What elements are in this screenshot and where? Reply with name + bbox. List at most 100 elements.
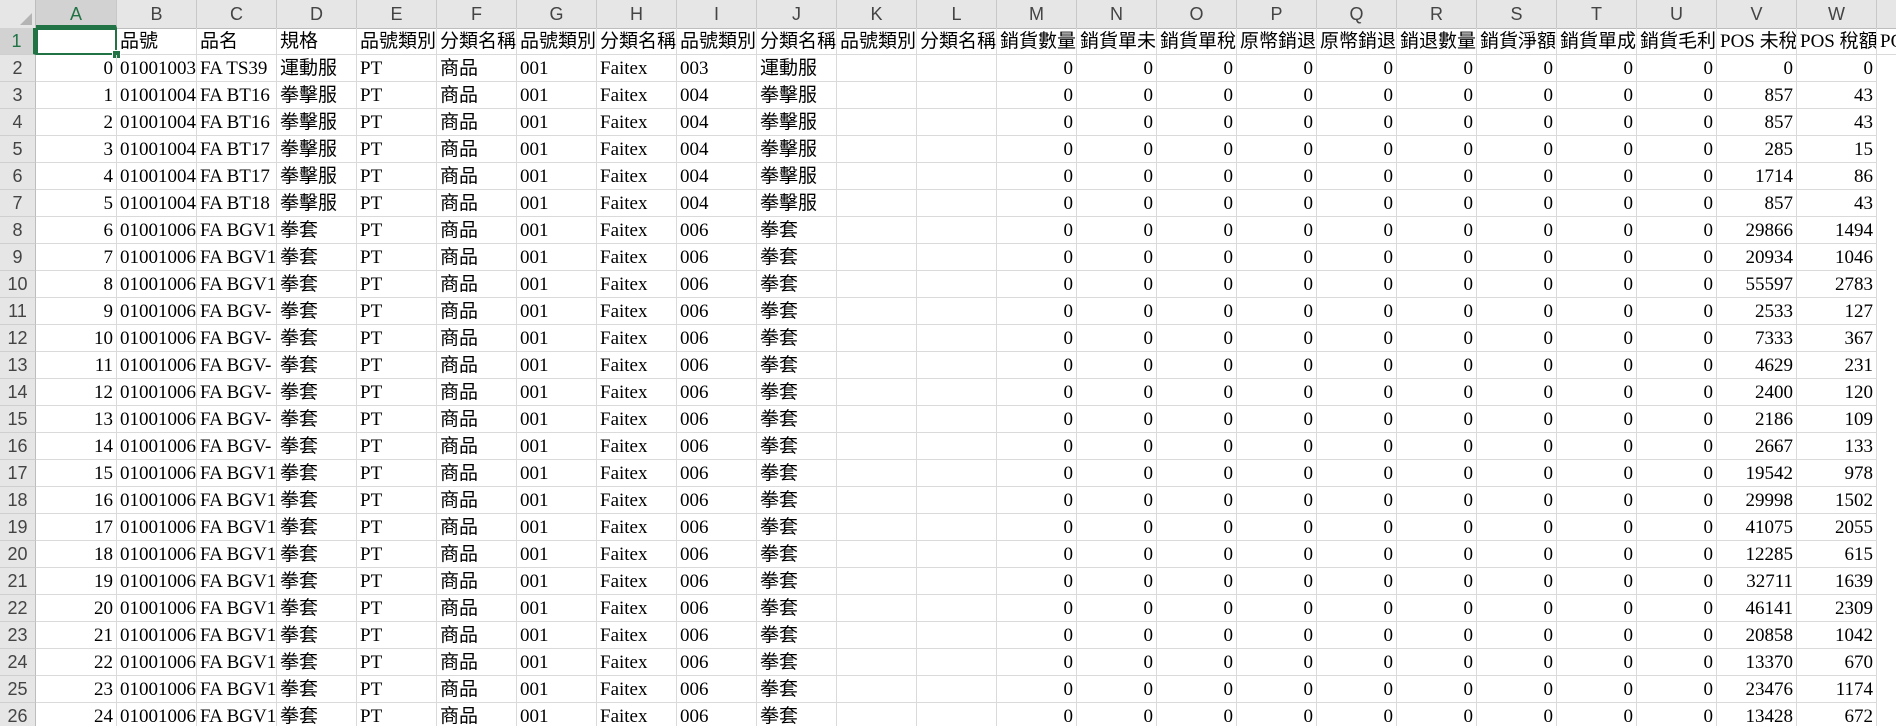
table-cell[interactable]: 0	[1397, 622, 1477, 649]
table-cell[interactable]: FA BGV1	[197, 595, 277, 622]
table-cell[interactable]: 0	[1637, 676, 1717, 703]
table-cell[interactable]: 0	[1237, 433, 1317, 460]
table-cell[interactable]: 001	[517, 676, 597, 703]
column-header-k[interactable]: K	[837, 0, 917, 28]
table-cell[interactable]: 006	[677, 703, 757, 726]
header-cell-o[interactable]: 銷貨單稅	[1157, 28, 1237, 55]
table-cell[interactable]: 拳套	[757, 541, 837, 568]
table-cell[interactable]: 615	[1797, 541, 1877, 568]
table-cell[interactable]: 0	[997, 568, 1077, 595]
table-cell[interactable]: 0	[1637, 487, 1717, 514]
row-header[interactable]: 25	[0, 676, 36, 703]
table-cell[interactable]: PT	[357, 433, 437, 460]
table-cell[interactable]: 0	[1077, 649, 1157, 676]
table-cell[interactable]: PT	[357, 676, 437, 703]
header-cell-n[interactable]: 銷貨單未	[1077, 28, 1157, 55]
table-cell[interactable]: 0	[1237, 649, 1317, 676]
table-cell[interactable]: Faitex	[597, 298, 677, 325]
table-cell[interactable]: 001	[517, 163, 597, 190]
table-cell[interactable]: 10	[36, 325, 117, 352]
table-cell[interactable]: Faitex	[597, 595, 677, 622]
table-cell[interactable]	[917, 136, 997, 163]
table-cell[interactable]: 拳套	[277, 217, 357, 244]
table-cell[interactable]	[837, 676, 917, 703]
table-cell[interactable]: 0	[1317, 136, 1397, 163]
table-cell[interactable]	[837, 109, 917, 136]
table-cell[interactable]: 0	[1477, 487, 1557, 514]
table-cell[interactable]	[917, 325, 997, 352]
table-cell[interactable]: 0	[1237, 406, 1317, 433]
table-cell[interactable]	[837, 325, 917, 352]
table-cell[interactable]: Faitex	[597, 487, 677, 514]
table-cell[interactable]: 0	[1157, 460, 1237, 487]
table-cell[interactable]	[837, 352, 917, 379]
column-header-o[interactable]: O	[1157, 0, 1237, 28]
table-cell[interactable]: 0	[1157, 514, 1237, 541]
table-cell[interactable]: 0	[1557, 82, 1637, 109]
table-cell[interactable]: 0	[1157, 379, 1237, 406]
table-cell[interactable]: 2309	[1797, 595, 1877, 622]
table-cell[interactable]: Faitex	[597, 514, 677, 541]
table-cell[interactable]: 0	[1557, 163, 1637, 190]
table-cell[interactable]	[917, 460, 997, 487]
table-cell[interactable]: PT	[357, 190, 437, 217]
table-cell[interactable]: 0	[1317, 244, 1397, 271]
table-cell[interactable]: 0	[1317, 352, 1397, 379]
table-cell[interactable]: 商品	[437, 541, 517, 568]
row-header[interactable]: 4	[0, 109, 36, 136]
table-cell[interactable]: 商品	[437, 163, 517, 190]
table-cell[interactable]: 01001006	[117, 460, 197, 487]
table-cell[interactable]: 0	[997, 487, 1077, 514]
table-cell[interactable]: 0	[997, 460, 1077, 487]
table-cell[interactable]: 0	[997, 325, 1077, 352]
table-cell[interactable]: 0	[1557, 676, 1637, 703]
table-cell[interactable]: 0	[1477, 136, 1557, 163]
table-cell[interactable]: FA BGV1	[197, 217, 277, 244]
table-cell[interactable]: 商品	[437, 460, 517, 487]
table-cell[interactable]: 0	[1317, 541, 1397, 568]
table-cell[interactable]: 15	[1797, 136, 1877, 163]
table-cell[interactable]: 0	[1077, 568, 1157, 595]
table-cell[interactable]: 01001006	[117, 703, 197, 726]
table-cell[interactable]: 0	[1397, 649, 1477, 676]
table-cell[interactable]: 0	[1557, 595, 1637, 622]
table-cell[interactable]: 19542	[1717, 460, 1797, 487]
table-cell[interactable]: 0	[1077, 82, 1157, 109]
table-cell[interactable]: 拳擊服	[277, 163, 357, 190]
table-cell[interactable]: 0	[1237, 514, 1317, 541]
table-cell[interactable]: 0	[997, 82, 1077, 109]
table-cell[interactable]: 20858	[1717, 622, 1797, 649]
table-cell[interactable]: 006	[677, 244, 757, 271]
table-cell[interactable]: 006	[677, 487, 757, 514]
table-cell[interactable]: 001	[517, 136, 597, 163]
table-cell[interactable]: 拳擊服	[277, 190, 357, 217]
table-cell[interactable]: 0	[1157, 595, 1237, 622]
table-cell[interactable]: 01001006	[117, 649, 197, 676]
table-cell[interactable]: 0	[1317, 514, 1397, 541]
table-cell[interactable]: 15	[36, 460, 117, 487]
table-cell[interactable]: 0	[1637, 298, 1717, 325]
table-cell[interactable]: 006	[677, 217, 757, 244]
table-cell[interactable]: 0	[1477, 649, 1557, 676]
table-cell[interactable]: 01001006	[117, 352, 197, 379]
table-cell[interactable]: FA BGV1	[197, 460, 277, 487]
table-cell[interactable]: 14	[36, 433, 117, 460]
table-cell[interactable]: 0	[1557, 217, 1637, 244]
table-cell[interactable]: 0	[997, 676, 1077, 703]
table-cell[interactable]: 32711	[1717, 568, 1797, 595]
table-cell[interactable]: 0	[1237, 703, 1317, 726]
table-cell[interactable]: 12285	[1717, 541, 1797, 568]
table-cell[interactable]: FA BT17	[197, 163, 277, 190]
table-cell[interactable]: 0	[997, 244, 1077, 271]
table-cell[interactable]: 商品	[437, 190, 517, 217]
table-cell[interactable]: 0	[1317, 649, 1397, 676]
table-cell[interactable]: PT	[357, 406, 437, 433]
table-cell[interactable]: 0	[1077, 460, 1157, 487]
header-cell-u[interactable]: 銷貨毛利	[1637, 28, 1717, 55]
table-cell[interactable]: FA BGV1	[197, 703, 277, 726]
table-cell[interactable]: Faitex	[597, 190, 677, 217]
table-cell[interactable]: 0	[1237, 82, 1317, 109]
table-cell[interactable]: 商品	[437, 676, 517, 703]
table-cell[interactable]: 0	[1637, 703, 1717, 726]
table-cell[interactable]: 商品	[437, 109, 517, 136]
